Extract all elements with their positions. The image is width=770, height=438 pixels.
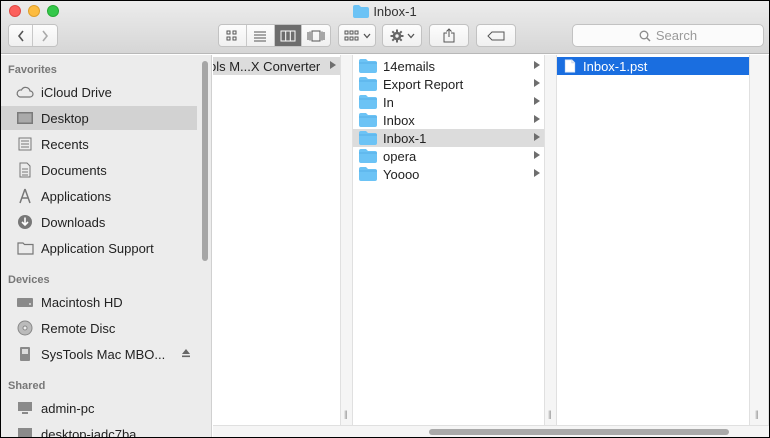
eject-icon[interactable] <box>181 348 191 361</box>
columns-icon <box>280 30 296 41</box>
share-icon <box>443 28 455 43</box>
chevron-left-icon <box>17 30 24 41</box>
search-field[interactable]: Search <box>572 24 764 47</box>
downloads-icon <box>15 213 35 231</box>
share-button[interactable] <box>429 24 469 47</box>
file-item-inbox-1-pst[interactable]: Inbox-1.pst <box>557 57 749 75</box>
folder-item-export-report[interactable]: Export Report <box>353 75 544 93</box>
folder-icon <box>359 77 377 91</box>
folder-item-in[interactable]: In <box>353 93 544 111</box>
favorites-heading: Favorites <box>8 64 57 76</box>
disclosure-arrow-icon <box>534 97 540 105</box>
applications-icon <box>15 187 35 205</box>
sidebar: Favorites iCloud Drive Desktop Recents D… <box>1 55 212 437</box>
search-placeholder: Search <box>655 28 698 43</box>
sidebar-item-recents[interactable]: Recents <box>1 132 197 156</box>
tags-button[interactable] <box>476 24 516 47</box>
sidebar-scrollbar[interactable] <box>202 61 208 261</box>
sidebar-item-downloads[interactable]: Downloads <box>1 210 197 234</box>
folder-icon <box>359 95 377 109</box>
sidebar-item-desktop-jadc7ba[interactable]: desktop-jadc7ba <box>1 422 197 437</box>
sidebar-item-remote-disc[interactable]: Remote Disc <box>1 316 197 340</box>
shared-heading: Shared <box>8 380 46 392</box>
arrange-icon <box>344 30 358 40</box>
folder-item-inbox[interactable]: Inbox <box>353 111 544 129</box>
disclosure-arrow-icon <box>534 169 540 177</box>
back-button[interactable] <box>9 25 33 46</box>
toolbar: Inbox-1 Search <box>1 1 769 54</box>
sidebar-item-applications[interactable]: Applications <box>1 184 197 208</box>
disclosure-arrow-icon <box>330 61 336 69</box>
column-item[interactable]: ols M...X Converter <box>213 57 340 75</box>
disclosure-arrow-icon <box>534 61 540 69</box>
sidebar-item-documents[interactable]: Documents <box>1 158 197 182</box>
icon-view-button[interactable] <box>219 25 247 46</box>
folder-item-14emails[interactable]: 14emails <box>353 57 544 75</box>
browser-column-2: 14emails Export Report In Inbox Inbox-1 … <box>353 55 545 425</box>
sidebar-item-systools-mac-mbox[interactable]: SysTools Mac MBO... <box>1 342 197 366</box>
sidebar-item-desktop[interactable]: Desktop <box>1 106 197 130</box>
column-resize-handle[interactable]: || <box>755 409 759 419</box>
disclosure-arrow-icon <box>534 79 540 87</box>
disclosure-arrow-icon <box>534 151 540 159</box>
column-divider[interactable]: || <box>341 55 353 425</box>
documents-icon <box>15 161 35 179</box>
disc-icon <box>15 319 35 337</box>
folder-icon <box>359 131 377 145</box>
column-resize-handle[interactable]: || <box>344 409 348 419</box>
folder-icon <box>353 5 370 22</box>
folder-icon <box>359 59 377 73</box>
column-divider[interactable]: || <box>750 55 769 425</box>
gear-icon <box>390 29 403 42</box>
arrange-button[interactable] <box>338 24 376 47</box>
scrollbar-thumb[interactable] <box>429 429 729 435</box>
folder-item-yoooo[interactable]: Yoooo <box>353 165 544 183</box>
document-icon <box>564 59 576 73</box>
chevron-down-icon <box>363 33 370 38</box>
computer-icon <box>15 399 35 417</box>
cloud-icon <box>15 83 35 101</box>
computer-icon <box>15 425 35 437</box>
grid-icon <box>226 30 237 40</box>
horizontal-scrollbar[interactable] <box>213 425 769 437</box>
tag-icon <box>487 31 505 40</box>
back-forward-control <box>8 24 58 47</box>
sidebar-item-application-support[interactable]: Application Support <box>1 236 197 260</box>
browser-column-3: Inbox-1.pst <box>557 55 750 425</box>
view-mode-control <box>218 24 331 47</box>
cover-flow-view-button[interactable] <box>302 25 330 46</box>
sidebar-item-macintosh-hd[interactable]: Macintosh HD <box>1 290 197 314</box>
column-resize-handle[interactable]: || <box>548 409 552 419</box>
sidebar-item-icloud-drive[interactable]: iCloud Drive <box>1 80 197 104</box>
disclosure-arrow-icon <box>534 115 540 123</box>
list-icon <box>254 31 267 41</box>
action-button[interactable] <box>382 24 422 47</box>
forward-button[interactable] <box>33 25 57 46</box>
cover-flow-icon <box>307 30 325 41</box>
devices-heading: Devices <box>8 274 50 286</box>
chevron-right-icon <box>42 30 49 41</box>
drive-icon <box>15 345 35 363</box>
chevron-down-icon <box>407 33 414 38</box>
folder-item-inbox-1[interactable]: Inbox-1 <box>353 129 544 147</box>
desktop-icon <box>15 109 35 127</box>
folder-icon <box>359 167 377 181</box>
folder-item-opera[interactable]: opera <box>353 147 544 165</box>
folder-icon <box>359 149 377 163</box>
finder-window: Inbox-1 Search Favorites iCloud Drive De… <box>1 1 769 437</box>
disclosure-arrow-icon <box>534 133 540 141</box>
browser-column-1: ols M...X Converter <box>213 55 341 425</box>
column-view-button[interactable] <box>274 25 303 46</box>
list-view-button[interactable] <box>246 25 275 46</box>
search-icon <box>639 30 651 42</box>
folder-icon <box>15 239 35 257</box>
hard-drive-icon <box>15 293 35 311</box>
column-divider[interactable]: || <box>545 55 557 425</box>
recents-icon <box>15 135 35 153</box>
sidebar-item-admin-pc[interactable]: admin-pc <box>1 396 197 420</box>
folder-icon <box>359 113 377 127</box>
window-title: Inbox-1 <box>1 4 769 20</box>
